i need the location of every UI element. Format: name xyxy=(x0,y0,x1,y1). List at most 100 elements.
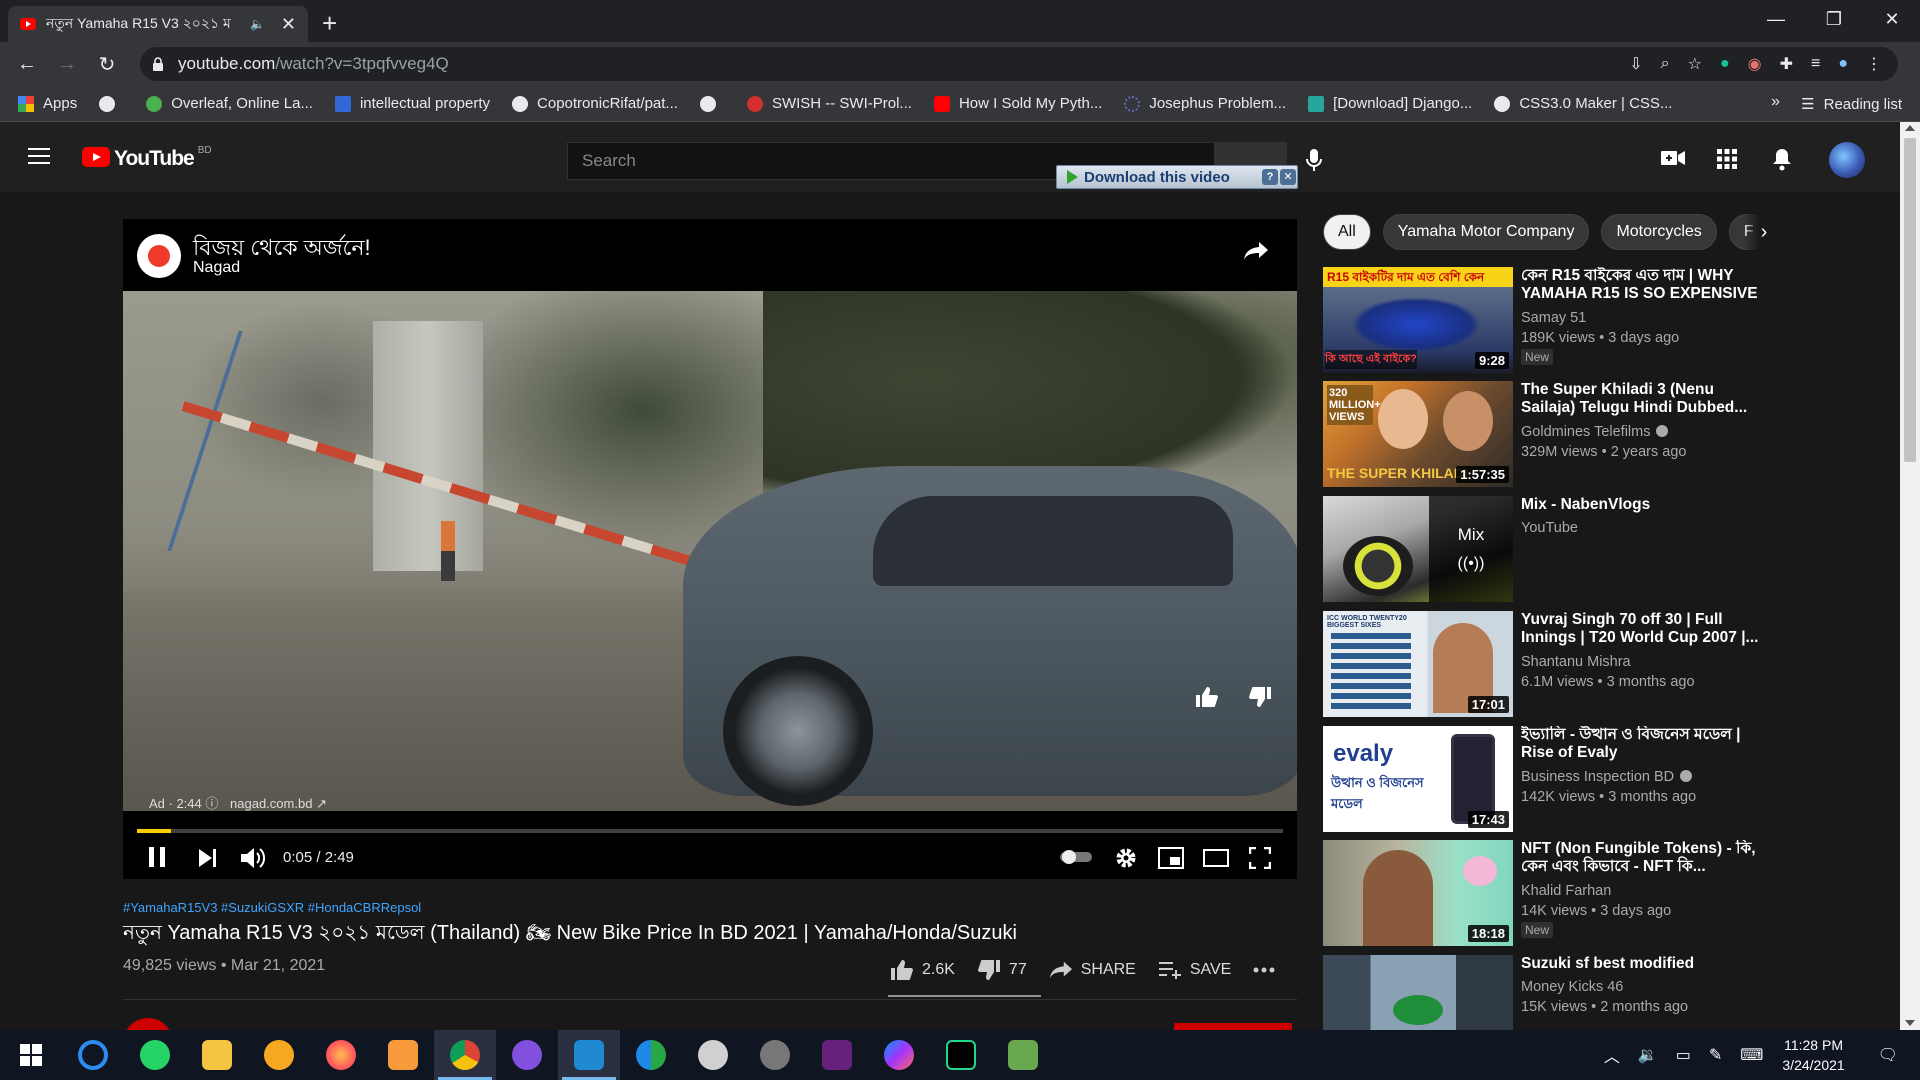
bookmark-item[interactable]: CSS3.0 Maker | CSS... xyxy=(1494,95,1672,112)
url-text[interactable]: youtube.com/watch?v=3tpqfvveg4Q xyxy=(178,54,449,74)
save-button[interactable]: SAVE xyxy=(1158,960,1231,980)
account-avatar[interactable] xyxy=(1829,142,1865,178)
taskbar-app[interactable] xyxy=(620,1030,682,1080)
menu-icon[interactable] xyxy=(28,148,50,169)
taskbar-app[interactable] xyxy=(992,1030,1054,1080)
taskbar-app[interactable] xyxy=(806,1030,868,1080)
advertiser-logo[interactable] xyxy=(137,234,181,278)
tab-audio-icon[interactable]: 🔈 xyxy=(250,17,265,31)
mix-thumbnail[interactable]: Mix ((•)) xyxy=(1323,496,1513,602)
next-icon[interactable] xyxy=(199,849,217,867)
bookmark-item[interactable]: Apps xyxy=(18,95,77,112)
create-video-icon[interactable] xyxy=(1661,149,1685,167)
video-thumbnail[interactable]: ICC WORLD TWENTY20 BIGGEST SIXES 17:01 xyxy=(1323,611,1513,717)
taskbar-app[interactable] xyxy=(186,1030,248,1080)
info-icon[interactable]: ⓘ xyxy=(205,796,218,811)
download-help-button[interactable]: ? xyxy=(1262,169,1278,185)
grammarly-extension-icon[interactable]: ● xyxy=(1720,55,1730,73)
chrome-menu-icon[interactable]: ⋮ xyxy=(1866,54,1882,74)
extension-icon[interactable]: ◉ xyxy=(1748,54,1762,74)
video-title[interactable]: Yuvraj Singh 70 off 30 | Full Innings | … xyxy=(1521,611,1761,647)
video-thumbnail[interactable] xyxy=(1323,955,1513,1030)
taskbar-app[interactable] xyxy=(744,1030,806,1080)
channel-name[interactable]: YouTube xyxy=(1521,520,1578,536)
extensions-puzzle-icon[interactable]: ✚ xyxy=(1780,54,1793,74)
channel-name[interactable]: Khalid Farhan xyxy=(1521,883,1611,899)
taskbar-app[interactable] xyxy=(868,1030,930,1080)
taskbar-app[interactable] xyxy=(310,1030,372,1080)
profile-avatar-icon[interactable]: ● xyxy=(1838,55,1848,73)
taskbar-app[interactable] xyxy=(682,1030,744,1080)
channel-name[interactable]: Goldmines Telefilms xyxy=(1521,424,1669,440)
lock-icon[interactable] xyxy=(152,57,164,71)
scroll-up-arrow-icon[interactable] xyxy=(1905,125,1915,131)
taskbar-app[interactable] xyxy=(124,1030,186,1080)
theater-mode-icon[interactable] xyxy=(1203,849,1229,867)
page-scrollbar[interactable] xyxy=(1900,122,1920,1030)
ad-thumbs-down-icon[interactable] xyxy=(1248,686,1272,708)
settings-gear-icon[interactable] xyxy=(1115,847,1137,869)
bookmarks-overflow-button[interactable]: » xyxy=(1771,93,1780,111)
recommendation-item[interactable]: R15 বাইকটির দাম এত বেশি কেন কি আছে এই বা… xyxy=(1323,267,1793,373)
notifications-icon[interactable]: 🗨 xyxy=(1878,1045,1898,1065)
taskbar-app[interactable] xyxy=(930,1030,992,1080)
recommendation-item[interactable]: 320 MILLION+ VIEWS THE SUPER KHILADI 1:5… xyxy=(1323,381,1793,487)
network-tray-icon[interactable]: ▭ xyxy=(1676,1045,1691,1065)
video-title[interactable]: Mix - NabenVlogs xyxy=(1521,496,1761,514)
apps-grid-icon[interactable] xyxy=(1717,149,1737,169)
zoom-icon[interactable]: ⌕ xyxy=(1661,55,1670,73)
youtube-logo[interactable]: YouTube BD xyxy=(82,145,212,171)
taskbar-app-vscode[interactable] xyxy=(558,1030,620,1080)
taskbar-app[interactable] xyxy=(248,1030,310,1080)
bookmark-item[interactable]: Josephus Problem... xyxy=(1124,95,1286,112)
media-control-icon[interactable]: ≡ xyxy=(1811,55,1820,73)
taskbar-app[interactable] xyxy=(496,1030,558,1080)
share-button[interactable]: SHARE xyxy=(1049,960,1136,980)
pen-tray-icon[interactable]: ✎ xyxy=(1709,1045,1722,1065)
volume-tray-icon[interactable]: 🔉 xyxy=(1638,1045,1658,1065)
video-title[interactable]: ইভ্যালি - উত্থান ও বিজনেস মডেল | Rise of… xyxy=(1521,726,1761,762)
bookmark-item[interactable]: How I Sold My Pyth... xyxy=(933,95,1102,112)
start-button[interactable] xyxy=(0,1030,62,1080)
close-window-button[interactable]: ✕ xyxy=(1864,0,1920,38)
address-bar[interactable]: youtube.com/watch?v=3tpqfvveg4Q ⇩ ⌕ ☆ ● … xyxy=(140,47,1898,81)
bookmark-item[interactable] xyxy=(99,95,124,112)
chip-yamaha-motor-company[interactable]: Yamaha Motor Company xyxy=(1382,214,1590,250)
keyboard-tray-icon[interactable]: ⌨ xyxy=(1740,1045,1763,1065)
browser-tab[interactable]: নতুন Yamaha R15 V3 ২০২১ ম 🔈 ✕ xyxy=(8,6,308,42)
bookmark-item[interactable]: CopotronicRifat/pat... xyxy=(512,95,678,112)
chip-motorcycles[interactable]: Motorcycles xyxy=(1601,214,1717,250)
dislike-button[interactable]: 77 xyxy=(977,959,1027,981)
video-thumbnail[interactable]: 320 MILLION+ VIEWS THE SUPER KHILADI 1:5… xyxy=(1323,381,1513,487)
bookmark-item[interactable]: intellectual property xyxy=(334,95,490,112)
bookmark-item[interactable] xyxy=(699,95,725,112)
download-video-button[interactable]: Download this video ? ✕ xyxy=(1056,165,1298,189)
video-title[interactable]: কেন R15 বাইকের এত দাম | WHY YAMAHA R15 I… xyxy=(1521,267,1761,303)
microphone-icon[interactable] xyxy=(1306,148,1322,172)
back-button[interactable]: ← xyxy=(13,50,41,78)
install-app-icon[interactable]: ⇩ xyxy=(1629,54,1642,74)
channel-name[interactable]: Money Kicks 46 xyxy=(1521,979,1623,995)
video-hashtags[interactable]: #YamahaR15V3 #SuzukiGSXR #HondaCBRRepsol xyxy=(123,900,421,915)
taskbar-app-chrome[interactable] xyxy=(434,1030,496,1080)
bookmark-item[interactable]: SWISH -- SWI-Prol... xyxy=(746,95,912,112)
autoplay-toggle[interactable] xyxy=(1060,849,1092,865)
tab-close-icon[interactable]: ✕ xyxy=(281,14,296,35)
bookmark-item[interactable]: Overleaf, Online La... xyxy=(146,95,313,112)
taskbar-app[interactable] xyxy=(372,1030,434,1080)
channel-name[interactable]: Samay 51 xyxy=(1521,310,1586,326)
taskbar-app[interactable] xyxy=(62,1030,124,1080)
video-thumbnail[interactable]: evaly উত্থান ও বিজনেস মডেল 17:43 xyxy=(1323,726,1513,832)
video-title[interactable]: The Super Khiladi 3 (Nenu Sailaja) Telug… xyxy=(1521,381,1761,417)
bookmark-item[interactable]: [Download] Django... xyxy=(1308,95,1472,112)
ad-link[interactable]: nagad.com.bd xyxy=(230,796,312,811)
like-button[interactable]: 2.6K xyxy=(890,959,955,981)
volume-icon[interactable] xyxy=(241,846,267,870)
video-title[interactable]: Suzuki sf best modified xyxy=(1521,955,1761,973)
share-icon[interactable] xyxy=(1243,241,1269,261)
recommendation-item[interactable]: Suzuki sf best modified Money Kicks 46 1… xyxy=(1323,955,1793,1030)
chips-next-arrow-icon[interactable]: › xyxy=(1744,214,1784,250)
channel-name[interactable]: Business Inspection BD xyxy=(1521,769,1693,785)
scrollbar-thumb[interactable] xyxy=(1904,138,1916,462)
notifications-bell-icon[interactable] xyxy=(1772,147,1792,171)
